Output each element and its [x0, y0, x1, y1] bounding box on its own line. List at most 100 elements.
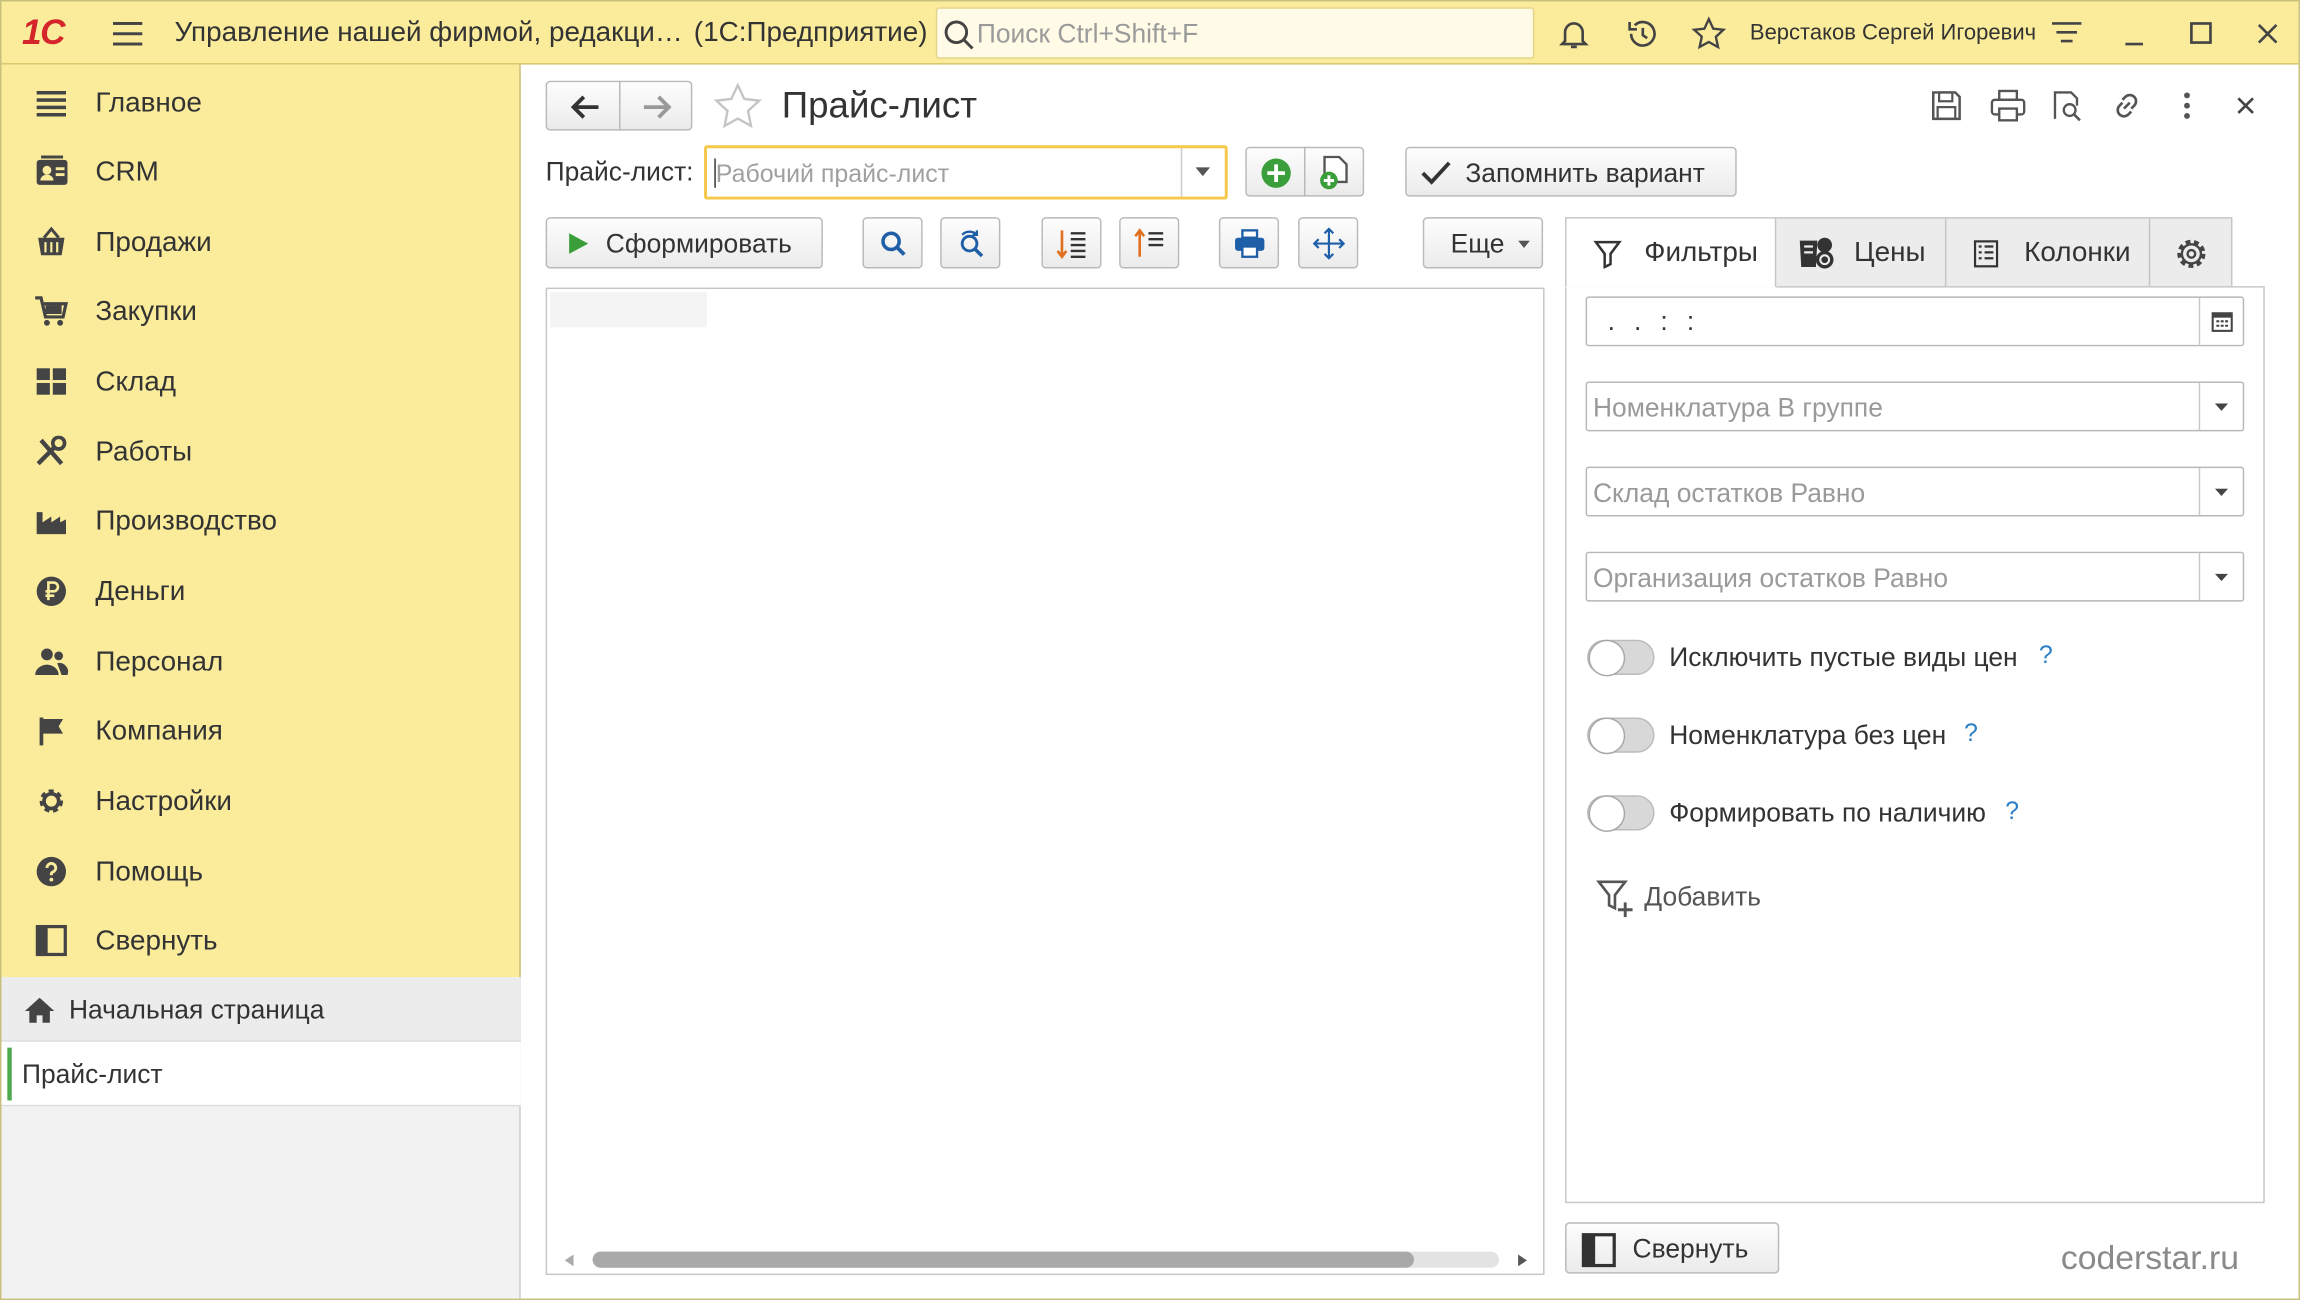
sidebar-item-warehouse[interactable]: Склад: [1, 348, 520, 415]
nomenclature-without-prices-toggle[interactable]: [1587, 717, 1655, 755]
sidebar-item-settings[interactable]: Настройки: [1, 767, 520, 834]
app-window: 1С Управление нашей фирмой, редакци… (1С…: [0, 0, 2300, 1300]
sidebar-item-sales[interactable]: Продажи: [1, 208, 520, 275]
favorites-star-icon[interactable]: [1691, 16, 1727, 51]
nomenclature-without-prices-label: Номенклатура без цен: [1669, 720, 1947, 750]
add-filter-icon: [1596, 880, 1633, 918]
save-icon[interactable]: [1929, 88, 1964, 123]
generate-button[interactable]: Сформировать: [545, 217, 823, 269]
search-placeholder: Поиск Ctrl+Shift+F: [976, 19, 1199, 49]
new-document-icon: [1320, 155, 1348, 190]
collapse-groups-button[interactable]: [1119, 217, 1180, 269]
sidebar-item-company[interactable]: Компания: [1, 697, 520, 764]
organization-filter-placeholder: Организация остатков Равно: [1592, 563, 1949, 593]
calendar-button[interactable]: [2198, 297, 2243, 345]
maximize-icon[interactable]: [2184, 16, 2219, 51]
exclude-empty-prices-toggle[interactable]: [1587, 639, 1655, 677]
horizontal-scrollbar[interactable]: [560, 1249, 1531, 1272]
tab-columns[interactable]: Колонки: [1944, 217, 2151, 288]
arrow-right-icon: [643, 95, 672, 119]
menu-icon: [36, 90, 67, 117]
copy-pricelist-button[interactable]: [1303, 146, 1365, 197]
back-button[interactable]: [545, 80, 621, 131]
sidebar-item-label: CRM: [95, 157, 159, 188]
spreadsheet-cell[interactable]: [550, 291, 707, 328]
sidebar-item-purchases[interactable]: Закупки: [1, 277, 520, 344]
scroll-right-icon[interactable]: [1517, 1254, 1529, 1267]
bell-icon[interactable]: [1556, 16, 1591, 51]
user-name[interactable]: Верстаков Сергей Игоревич: [1750, 21, 2036, 46]
sidebar-item-production[interactable]: Производство: [1, 487, 520, 554]
add-to-favorites-star-icon[interactable]: [713, 82, 763, 132]
sections-sidebar: Главное CRM Продажи Закупки Склад Работы…: [1, 64, 521, 978]
create-pricelist-button[interactable]: [1245, 146, 1306, 197]
scrollbar-thumb[interactable]: [592, 1251, 1414, 1268]
main-menu-icon[interactable]: [112, 19, 145, 48]
open-page-pricelist-label: Прайс-лист: [22, 1059, 163, 1089]
tab-settings[interactable]: [2148, 217, 2233, 288]
fit-page-button[interactable]: [1298, 217, 1359, 269]
chevron-down-icon: [2214, 488, 2229, 496]
sidebar-item-main[interactable]: Главное: [1, 69, 520, 136]
organization-filter-field[interactable]: Организация остатков Равно: [1585, 551, 2245, 602]
generate-by-stock-label: Формировать по наличию: [1669, 798, 1987, 828]
sidebar-item-label: Свернуть: [95, 925, 218, 957]
basket-icon: [38, 226, 65, 256]
more-label: Еще: [1450, 228, 1505, 259]
search-input[interactable]: Поиск Ctrl+Shift+F: [935, 7, 1535, 59]
print-icon[interactable]: [1989, 88, 2027, 123]
open-page-pricelist[interactable]: Прайс-лист: [1, 1041, 521, 1107]
generate-by-stock-toggle[interactable]: [1587, 795, 1655, 832]
expand-groups-icon: [1056, 230, 1086, 259]
sidebar-item-label: Компания: [95, 716, 223, 747]
sidebar-item-label: Продажи: [95, 227, 212, 259]
close-form-icon[interactable]: [2231, 88, 2260, 123]
history-icon[interactable]: [1625, 16, 1660, 51]
find-button[interactable]: [862, 217, 923, 269]
open-page-home[interactable]: Начальная страница: [1, 977, 521, 1042]
collapse-panel-label: Свернуть: [1632, 1233, 1749, 1264]
generate-by-stock-help[interactable]: ?: [2005, 797, 2019, 826]
more-button[interactable]: Еще: [1422, 217, 1544, 269]
tab-filters[interactable]: Фильтры: [1565, 217, 1777, 288]
nomenclature-filter-field[interactable]: Номенклатура В группе: [1585, 381, 2245, 432]
organization-dropdown-button[interactable]: [2198, 553, 2243, 601]
exclude-empty-prices-help[interactable]: ?: [2039, 641, 2053, 670]
sidebar-item-personnel[interactable]: Персонал: [1, 628, 520, 695]
sidebar-item-works[interactable]: Работы: [1, 418, 520, 485]
minimize-icon[interactable]: [2117, 16, 2152, 51]
tab-prices[interactable]: Цены: [1774, 217, 1947, 288]
sidebar-item-help[interactable]: Помощь: [1, 838, 520, 905]
window-menu-icon[interactable]: [2049, 16, 2084, 51]
tab-filters-label: Фильтры: [1644, 237, 1758, 269]
remember-variant-button[interactable]: Запомнить вариант: [1405, 146, 1737, 197]
nomenclature-dropdown-button[interactable]: [2198, 382, 2243, 430]
pricelist-dropdown-button[interactable]: [1180, 148, 1225, 197]
print-report-button[interactable]: [1218, 217, 1280, 269]
app-logo[interactable]: 1С: [22, 13, 66, 54]
add-filter-button[interactable]: Добавить: [1596, 876, 1772, 920]
nomenclature-filter-placeholder: Номенклатура В группе: [1592, 393, 1883, 423]
preview-icon[interactable]: [2049, 88, 2084, 123]
link-icon[interactable]: [2109, 88, 2144, 123]
exclude-empty-prices-label: Исключить пустые виды цен: [1669, 642, 2018, 673]
collapse-panel-button[interactable]: Свернуть: [1565, 1222, 1780, 1274]
more-actions-icon[interactable]: [2172, 88, 2201, 123]
warehouse-dropdown-button[interactable]: [2198, 468, 2243, 516]
sidebar-item-money[interactable]: Деньги: [1, 558, 520, 625]
report-spreadsheet[interactable]: [545, 287, 1545, 1276]
expand-groups-button[interactable]: [1041, 217, 1102, 269]
date-field[interactable]: . . : :: [1585, 296, 2245, 347]
sidebar-item-crm[interactable]: CRM: [1, 138, 520, 205]
scroll-left-icon[interactable]: [563, 1254, 575, 1267]
warehouse-filter-field[interactable]: Склад остатков Равно: [1585, 466, 2245, 517]
print-icon: [1235, 229, 1265, 258]
sidebar-item-label: Производство: [95, 506, 278, 538]
crm-icon: [36, 155, 68, 185]
find-next-button[interactable]: [940, 217, 1001, 269]
close-window-icon[interactable]: [2250, 16, 2285, 51]
pricelist-input[interactable]: Рабочий прайс-лист: [704, 145, 1228, 200]
forward-button[interactable]: [618, 80, 693, 131]
sidebar-item-collapse[interactable]: Свернуть: [1, 907, 520, 974]
nomenclature-without-prices-help[interactable]: ?: [1964, 719, 1978, 748]
